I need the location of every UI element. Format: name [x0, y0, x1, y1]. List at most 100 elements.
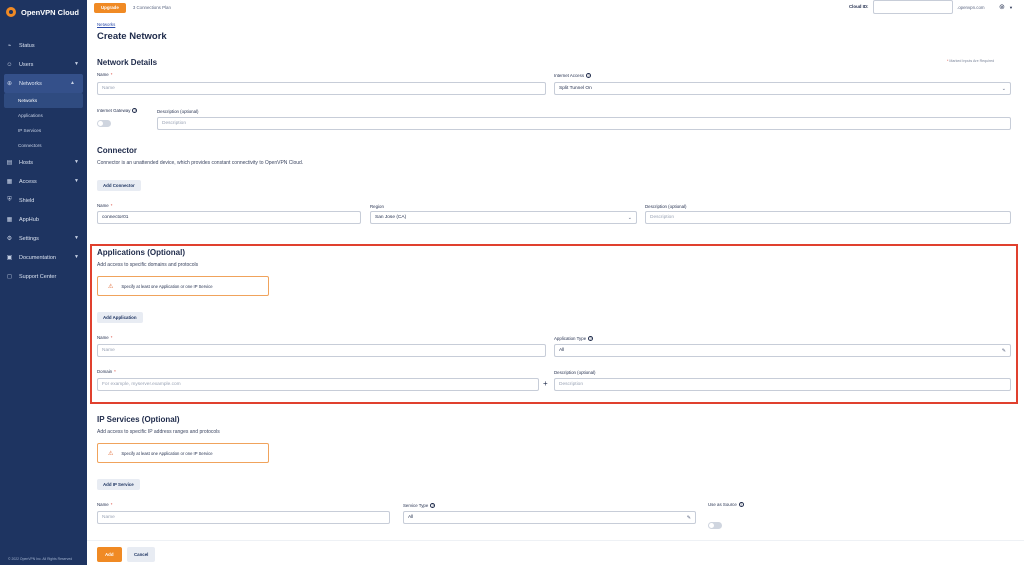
documentation-icon: ▣	[6, 255, 13, 261]
main-content: Networks Create Network * Marked Inputs …	[87, 15, 1024, 565]
network-name-input[interactable]: Name	[97, 82, 546, 95]
connector-title: Connector	[97, 146, 137, 155]
action-bar: Add Cancel	[87, 540, 1024, 565]
ip-service-name-label: Name *	[97, 502, 113, 507]
sidebar-item-networks[interactable]: ⊕ Networks ▲	[4, 74, 83, 93]
region-select[interactable]: San Jose (CA) ⌄	[370, 211, 637, 224]
openvpn-logo-icon	[6, 7, 16, 17]
sidebar-item-support-center[interactable]: ◻ Support Center	[0, 267, 87, 286]
warning-icon: ⚠	[108, 283, 114, 290]
applications-title: Applications (Optional)	[97, 248, 185, 257]
sidebar-item-shield[interactable]: ⛨ Shield	[0, 191, 87, 210]
hosts-icon: ▤	[6, 160, 13, 166]
connector-name-input[interactable]: connector01	[97, 211, 361, 224]
connector-description-input[interactable]: Description	[645, 211, 1011, 224]
connector-description: Connector is an unattended device, which…	[97, 160, 304, 166]
breadcrumb[interactable]: Networks	[97, 22, 115, 27]
sidebar-subitem-ip-services[interactable]: IP Services	[0, 123, 87, 138]
application-description-input[interactable]: Description	[554, 378, 1011, 391]
application-type-input[interactable]: All ✎	[554, 344, 1011, 357]
sidebar-item-settings[interactable]: ⚙ Settings ▼	[0, 229, 87, 248]
add-application-button[interactable]: Add Application	[97, 312, 143, 323]
use-as-source-label: Use as Source?	[708, 502, 744, 508]
network-name-label: Name *	[97, 72, 113, 77]
sidebar-item-label: Users	[19, 61, 34, 68]
add-ip-service-button[interactable]: Add IP Service	[97, 479, 140, 490]
pencil-icon[interactable]: ✎	[1002, 348, 1006, 354]
plan-label: 3 Connections Plan	[132, 5, 171, 10]
upgrade-button[interactable]: Upgrade	[94, 2, 126, 13]
warning-icon: ⚠	[108, 450, 114, 457]
sidebar-subitem-applications[interactable]: Applications	[0, 108, 87, 123]
chevron-down-icon[interactable]: ▼	[1009, 5, 1013, 10]
use-as-source-toggle[interactable]	[708, 522, 722, 529]
users-icon: ☺	[6, 61, 13, 68]
chevron-down-icon: ⌄	[627, 214, 632, 221]
network-description-input[interactable]: Description	[157, 117, 1011, 130]
cancel-button[interactable]: Cancel	[127, 547, 156, 562]
add-connector-button[interactable]: Add Connector	[97, 180, 141, 191]
chevron-up-icon: ▲	[70, 80, 75, 86]
application-description-label: Description (optional)	[554, 370, 596, 375]
sidebar-item-apphub[interactable]: ▦ AppHub	[0, 210, 87, 229]
cloud-id-label: Cloud ID:	[849, 4, 869, 9]
sidebar-item-label: Support Center	[19, 273, 57, 280]
internet-gateway-label: Internet Gateway?	[97, 108, 138, 114]
select-value: San Jose (CA)	[375, 215, 407, 220]
domain-label: Domain *	[97, 369, 116, 374]
chevron-down-icon: ▼	[74, 235, 79, 241]
application-name-input[interactable]: Name	[97, 344, 546, 357]
ip-service-name-input[interactable]: Name	[97, 511, 390, 524]
service-type-input[interactable]: All ✎	[403, 511, 696, 524]
chevron-down-icon: ⌄	[1001, 85, 1006, 92]
support-icon: ◻	[7, 274, 12, 280]
user-account-icon[interactable]: ⊚	[999, 3, 1005, 11]
chevron-down-icon: ▼	[74, 254, 79, 260]
cloud-id-input[interactable]	[873, 0, 953, 14]
connector-description-label: Description (optional)	[645, 204, 687, 209]
help-icon: ?	[586, 73, 592, 79]
sidebar-item-label: Access	[19, 178, 37, 185]
sidebar-subitem-networks[interactable]: Networks	[4, 93, 83, 108]
sidebar-item-documentation[interactable]: ▣ Documentation ▼	[0, 248, 87, 267]
topbar: Upgrade 3 Connections Plan Cloud ID: .op…	[87, 0, 1024, 15]
sidebar-item-label: Settings	[19, 235, 39, 242]
network-details-title: Network Details	[97, 58, 158, 67]
chevron-down-icon: ▼	[74, 178, 79, 184]
sidebar-item-label: Documentation	[19, 254, 56, 261]
internet-access-select[interactable]: Split Tunnel On ⌄	[554, 82, 1011, 95]
sidebar-item-access[interactable]: ▦ Access ▼	[0, 172, 87, 191]
networks-icon: ⊕	[6, 81, 13, 87]
sidebar-item-hosts[interactable]: ▤ Hosts ▼	[0, 153, 87, 172]
application-name-label: Name *	[97, 335, 113, 340]
domain-input[interactable]: For example, myserver.example.com	[97, 378, 539, 391]
applications-description: Add access to specific domains and proto…	[97, 262, 199, 268]
brand-name: OpenVPN Cloud	[21, 7, 79, 17]
input-value: All	[408, 515, 414, 520]
ip-services-description: Add access to specific IP address ranges…	[97, 429, 220, 435]
add-button[interactable]: Add	[97, 547, 122, 562]
sidebar-item-users[interactable]: ☺ Users ▼	[0, 55, 87, 74]
select-value: Split Tunnel On	[559, 86, 592, 91]
sidebar-item-label: Status	[19, 42, 35, 49]
help-icon: ?	[738, 502, 744, 508]
access-icon: ▦	[6, 179, 13, 185]
input-value: All	[559, 348, 565, 353]
settings-icon: ⚙	[6, 236, 13, 242]
status-icon: ⌁	[7, 43, 12, 49]
internet-access-label: Internet Access?	[554, 73, 592, 79]
sidebar-subitem-connectors[interactable]: Connectors	[0, 138, 87, 153]
help-icon: ?	[430, 503, 436, 509]
pencil-icon[interactable]: ✎	[687, 515, 691, 521]
internet-gateway-toggle[interactable]	[97, 120, 111, 127]
required-note: * Marked Inputs Are Required	[947, 59, 995, 63]
add-domain-plus-icon[interactable]: +	[543, 379, 548, 388]
page-title: Create Network	[97, 31, 167, 42]
chevron-down-icon: ▼	[74, 61, 79, 67]
brand[interactable]: OpenVPN Cloud	[0, 0, 87, 24]
region-label: Region	[370, 204, 384, 209]
sidebar-item-status[interactable]: ⌁ Status	[0, 36, 87, 55]
chevron-down-icon: ▼	[74, 159, 79, 165]
service-type-label: Service Type?	[403, 503, 436, 509]
applications-warning: ⚠ Specify at least one Application or one…	[97, 276, 269, 296]
